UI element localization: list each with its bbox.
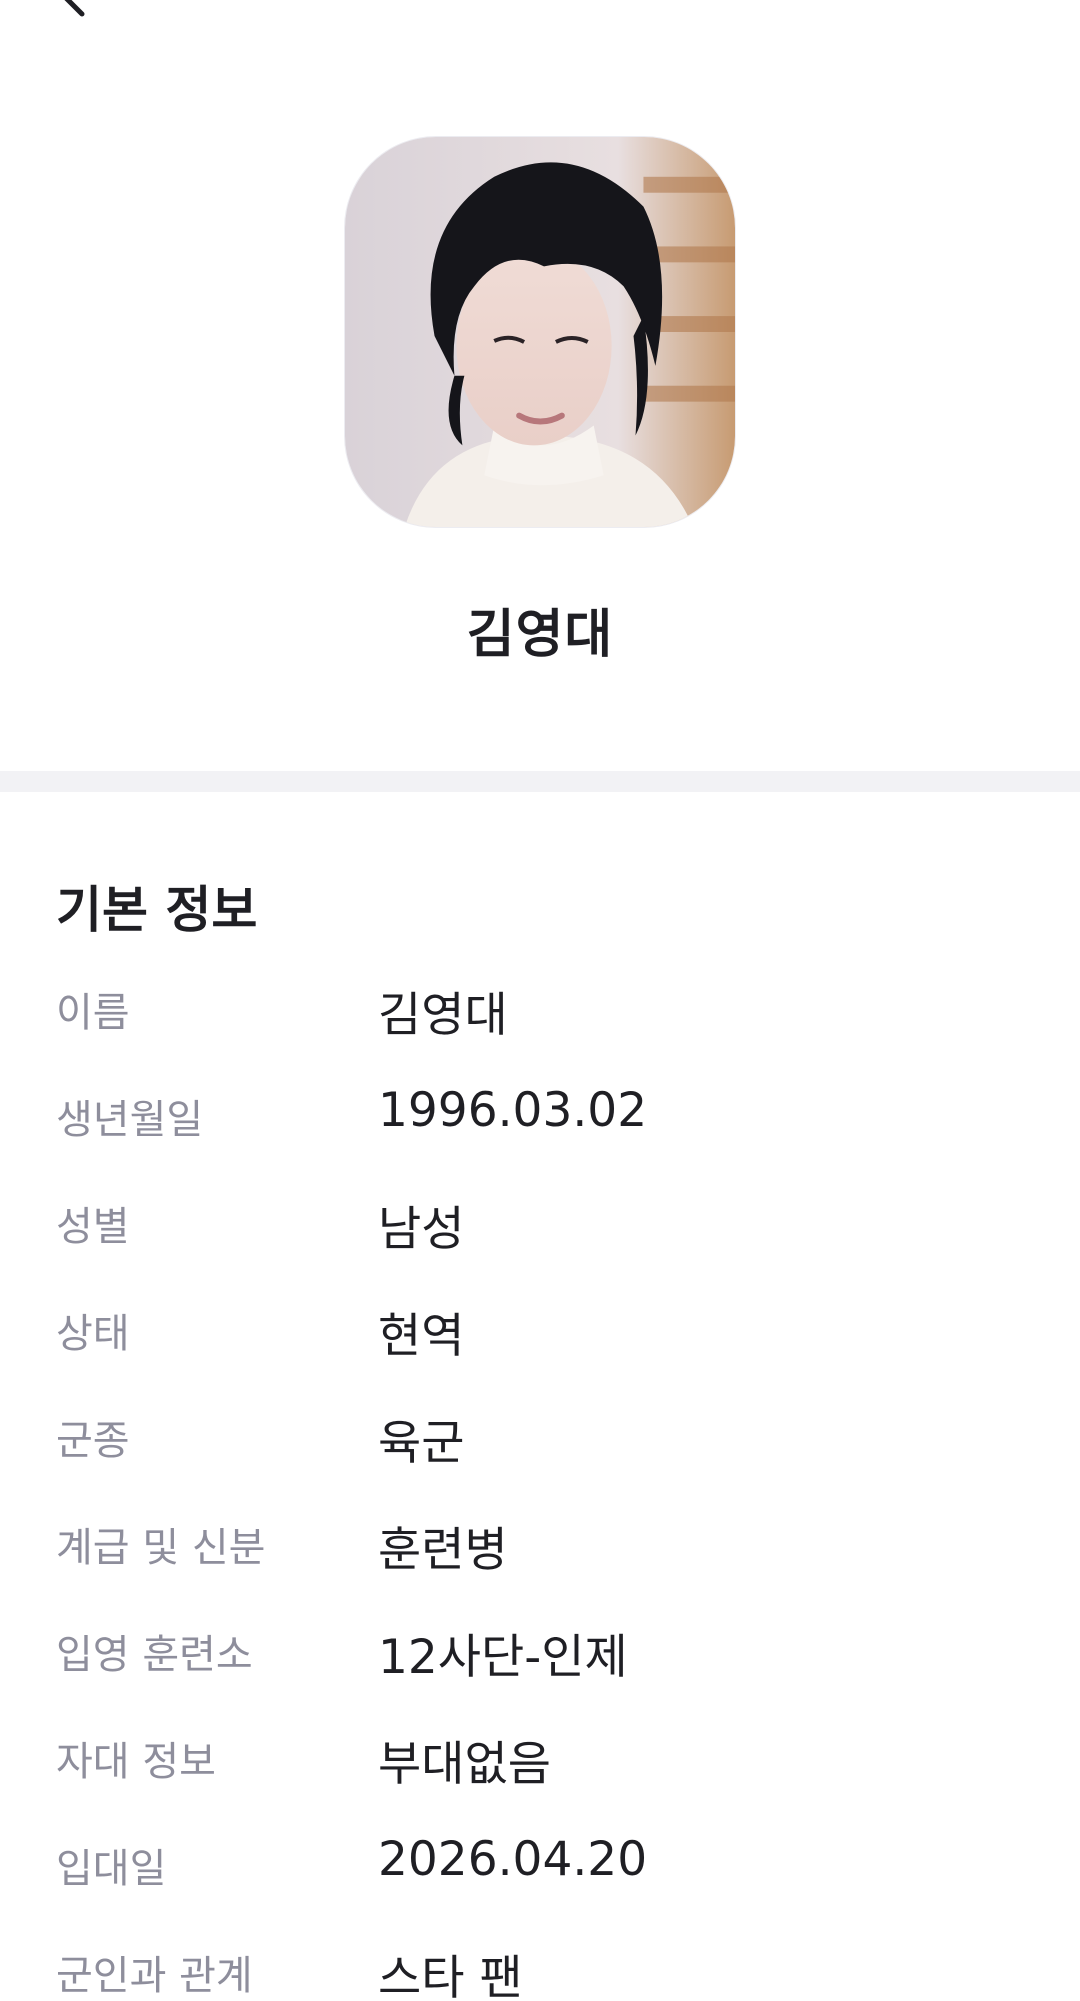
back-button[interactable] — [48, 0, 108, 18]
info-label: 자대 정보 — [56, 1739, 216, 1785]
info-value: 남성 — [378, 1202, 465, 1257]
avatar — [344, 136, 736, 528]
info-label: 군종 — [56, 1418, 130, 1464]
info-label: 계급 및 신분 — [56, 1525, 266, 1571]
info-label: 입영 훈련소 — [56, 1632, 253, 1678]
info-value: 스타 팬 — [378, 1951, 523, 2001]
info-value: 1996.03.02 — [378, 1083, 648, 1138]
info-label: 상태 — [56, 1311, 130, 1357]
info-value: 김영대 — [378, 988, 508, 1043]
info-row-birthdate: 생년월일 1996.03.02 — [0, 1073, 1080, 1180]
section-divider — [0, 771, 1080, 792]
info-label: 이름 — [56, 990, 130, 1036]
info-row-relationship: 군인과 관계 스타 팬 — [0, 1929, 1080, 2001]
info-value: 부대없음 — [378, 1737, 551, 1792]
info-row-gender: 성별 남성 — [0, 1180, 1080, 1287]
info-value: 2026.04.20 — [378, 1832, 648, 1887]
info-row-training-center: 입영 훈련소 12사단-인제 — [0, 1608, 1080, 1715]
profile-name: 김영대 — [466, 605, 614, 665]
info-row-enlistment-date: 입대일 2026.04.20 — [0, 1822, 1080, 1929]
info-value: 현역 — [378, 1309, 465, 1364]
chevron-left-icon — [64, 0, 85, 17]
info-row-status: 상태 현역 — [0, 1287, 1080, 1394]
basic-info-list: 이름 김영대 생년월일 1996.03.02 성별 남성 상태 현역 군종 육군… — [0, 966, 1080, 2001]
info-value: 12사단-인제 — [378, 1630, 628, 1685]
info-label: 성별 — [56, 1204, 130, 1250]
info-label: 군인과 관계 — [56, 1953, 253, 1999]
info-label: 입대일 — [56, 1846, 167, 1892]
avatar-image — [345, 137, 735, 527]
info-row-rank: 계급 및 신분 훈련병 — [0, 1501, 1080, 1608]
info-row-branch: 군종 육군 — [0, 1394, 1080, 1501]
section-title-basic-info: 기본 정보 — [56, 881, 258, 939]
info-value: 훈련병 — [378, 1523, 508, 1578]
info-label: 생년월일 — [56, 1097, 204, 1143]
info-row-unit: 자대 정보 부대없음 — [0, 1715, 1080, 1822]
info-row-name: 이름 김영대 — [0, 966, 1080, 1073]
info-value: 육군 — [378, 1416, 465, 1471]
profile-screen: 김영대 기본 정보 이름 김영대 생년월일 1996.03.02 성별 남성 상… — [0, 0, 1080, 2001]
